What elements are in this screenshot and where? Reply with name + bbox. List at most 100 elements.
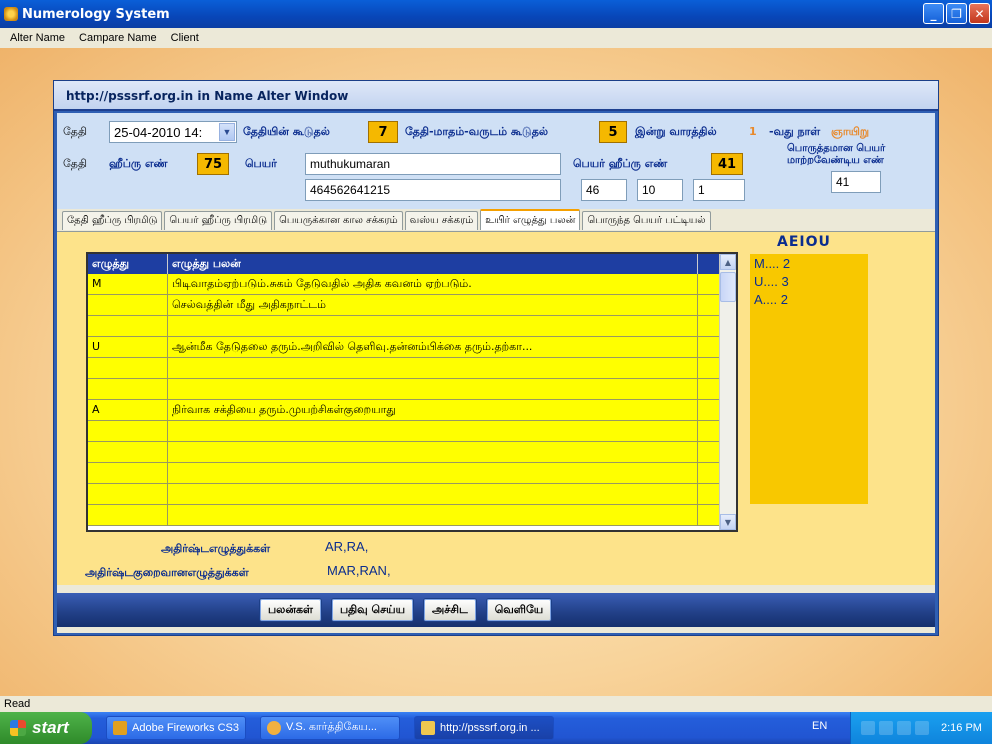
taskbar-item-label: Adobe Fireworks CS3 bbox=[132, 722, 239, 734]
save-button[interactable]: பதிவு செய்ய bbox=[330, 598, 415, 622]
grid-header: எழுத்து எழுத்து பலன் bbox=[88, 254, 736, 274]
tab-strip: தேதி ஹீப்ரு பிரமிடு பெயர் ஹீப்ரு பிரமிடு… bbox=[57, 209, 935, 231]
tray-network-icon[interactable] bbox=[861, 721, 875, 735]
result-cell bbox=[168, 358, 698, 378]
window-controls: _ ❐ ✕ bbox=[923, 3, 990, 24]
results-button[interactable]: பலன்கள் bbox=[259, 598, 322, 622]
tab-matching-names[interactable]: பொருந்த பெயர் பட்டியல் bbox=[582, 211, 711, 230]
lucky-letters-label: அதிர்ஷ்டஎழுத்துக்கள் bbox=[161, 542, 271, 555]
date-sum-label: தேதியின் கூடுதல் bbox=[243, 125, 330, 138]
print-button[interactable]: அச்சிட bbox=[423, 598, 477, 622]
letter-results-grid[interactable]: எழுத்து எழுத்து பலன் M பிடிவாதம்ஏற்படும்.… bbox=[86, 252, 738, 532]
status-bar: Read bbox=[0, 696, 992, 712]
letter-cell bbox=[88, 295, 168, 315]
tray-volume-icon[interactable] bbox=[897, 721, 911, 735]
tab-vasya-wheel[interactable]: வஸ்ய சக்கரம் bbox=[404, 211, 479, 230]
table-row[interactable] bbox=[88, 358, 736, 379]
vowel-count-item: M.... 2 bbox=[754, 256, 791, 271]
letter-cell: A bbox=[88, 400, 168, 420]
taskbar-item-numerology[interactable]: http://psssrf.org.in ... bbox=[414, 716, 554, 740]
day-name: ஞாயிறு bbox=[831, 125, 870, 138]
start-button[interactable]: start bbox=[0, 712, 92, 744]
letter-cell bbox=[88, 463, 168, 483]
chevron-down-icon[interactable]: ▼ bbox=[219, 123, 235, 141]
vowels-title: AEIOU bbox=[777, 234, 831, 250]
windows-logo-icon bbox=[10, 720, 26, 736]
table-row[interactable]: U ஆன்மீக தேடுதலை தரும்.அறிவில் தெளிவு.தன்… bbox=[88, 337, 736, 358]
vowel-count-list: M.... 2 U.... 3 A.... 2 bbox=[750, 254, 868, 504]
table-row[interactable]: A நிர்வாக சக்தியை தரும்.முயற்சிகள்குறையாத… bbox=[88, 400, 736, 421]
num-a-field[interactable]: 46 bbox=[581, 179, 627, 201]
num-c-field[interactable]: 1 bbox=[693, 179, 745, 201]
tab-vowel-results[interactable]: உயிர் எழுத்து பலன் bbox=[480, 209, 581, 230]
exit-button[interactable]: வெளியே bbox=[485, 598, 553, 622]
tab-date-hebrew-pyramid[interactable]: தேதி ஹீப்ரு பிரமிடு bbox=[62, 211, 163, 230]
numerology-app-icon bbox=[421, 721, 435, 735]
restore-icon[interactable]: ❐ bbox=[946, 3, 967, 24]
date-sum-value: 7 bbox=[368, 121, 398, 143]
document-icon bbox=[267, 721, 281, 735]
inner-window-body: தேதி 25-04-2010 14: ▼ தேதியின் கூடுதல் 7… bbox=[57, 113, 935, 633]
name-input[interactable]: muthukumaran bbox=[305, 153, 561, 175]
menu-compare-name[interactable]: Campare Name bbox=[79, 32, 157, 44]
num-b-field[interactable]: 10 bbox=[637, 179, 683, 201]
hebrew-number-label: ஹீப்ரு எண் bbox=[109, 157, 168, 170]
minimize-icon[interactable]: _ bbox=[923, 3, 944, 24]
vowel-results-panel: எழுத்து எழுத்து பலன் M பிடிவாதம்ஏற்படும்.… bbox=[57, 231, 935, 585]
app-logo-icon bbox=[4, 7, 18, 21]
table-row[interactable] bbox=[88, 484, 736, 505]
table-row[interactable] bbox=[88, 316, 736, 337]
table-row[interactable]: M பிடிவாதம்ஏற்படும்.சுகம் தேடுவதில் அதிக … bbox=[88, 274, 736, 295]
menu-alter-name[interactable]: Alter Name bbox=[10, 32, 65, 44]
grid-rows: M பிடிவாதம்ஏற்படும்.சுகம் தேடுவதில் அதிக … bbox=[88, 274, 736, 526]
weekday-number: 1 bbox=[749, 125, 757, 138]
letter-cell: M bbox=[88, 274, 168, 294]
menu-client[interactable]: Client bbox=[171, 32, 199, 44]
lucky-letters-value: AR,RA, bbox=[325, 539, 369, 554]
inner-window-title: http://psssrf.org.in in Name Alter Windo… bbox=[54, 81, 938, 111]
result-cell: ஆன்மீக தேடுதலை தரும்.அறிவில் தெளிவு.தன்ன… bbox=[168, 337, 698, 357]
table-row[interactable] bbox=[88, 442, 736, 463]
suitable-number-field[interactable]: 41 bbox=[831, 171, 881, 193]
letter-cell bbox=[88, 421, 168, 441]
less-lucky-letters-value: MAR,RAN, bbox=[327, 563, 391, 578]
vertical-scrollbar[interactable]: ▲ ▼ bbox=[719, 254, 736, 530]
date-picker[interactable]: 25-04-2010 14: ▼ bbox=[109, 121, 237, 143]
day-label: -வது நாள் bbox=[769, 125, 821, 138]
name-alter-window: http://psssrf.org.in in Name Alter Windo… bbox=[53, 80, 939, 636]
clock: 2:16 PM bbox=[941, 722, 982, 734]
table-row[interactable] bbox=[88, 505, 736, 526]
fireworks-icon bbox=[113, 721, 127, 735]
suitable-label-2: மாற்றவேண்டிய எண் bbox=[787, 155, 884, 166]
tab-name-hebrew-pyramid[interactable]: பெயர் ஹீப்ரு பிரமிடு bbox=[164, 211, 273, 230]
letter-cell bbox=[88, 484, 168, 504]
table-row[interactable] bbox=[88, 421, 736, 442]
language-indicator[interactable]: EN bbox=[812, 720, 827, 732]
taskbar-item-document[interactable]: V.S. கார்த்திகேய... bbox=[260, 716, 400, 740]
result-cell bbox=[168, 316, 698, 336]
table-row[interactable] bbox=[88, 379, 736, 400]
result-cell: நிர்வாக சக்தியை தரும்.முயற்சிகள்குறையாது bbox=[168, 400, 698, 420]
tab-name-time-wheel[interactable]: பெயருக்கான கால சக்கரம் bbox=[274, 211, 403, 230]
number-string-field[interactable]: 464562641215 bbox=[305, 179, 561, 201]
close-icon[interactable]: ✕ bbox=[969, 3, 990, 24]
table-row[interactable]: செல்வத்தின் மீது அதிகநாட்டம் bbox=[88, 295, 736, 316]
letter-cell bbox=[88, 316, 168, 336]
taskbar-item-fireworks[interactable]: Adobe Fireworks CS3 bbox=[106, 716, 246, 740]
column-header-result[interactable]: எழுத்து பலன் bbox=[168, 254, 698, 274]
scroll-down-icon[interactable]: ▼ bbox=[720, 514, 736, 530]
name-label: பெயர் bbox=[245, 157, 277, 170]
column-header-letter[interactable]: எழுத்து bbox=[88, 254, 168, 274]
result-cell bbox=[168, 505, 698, 525]
scroll-thumb[interactable] bbox=[720, 272, 736, 302]
hebrew-number-value: 75 bbox=[197, 153, 229, 175]
tray-app-icon[interactable] bbox=[879, 721, 893, 735]
suitable-label-1: பொருத்தமான பெயர் bbox=[787, 143, 886, 154]
date-hebrew-label: தேதி bbox=[63, 157, 87, 170]
date-value: 25-04-2010 14: bbox=[114, 124, 203, 140]
table-row[interactable] bbox=[88, 463, 736, 484]
letter-cell bbox=[88, 505, 168, 525]
tray-display-icon[interactable] bbox=[915, 721, 929, 735]
letter-cell bbox=[88, 442, 168, 462]
scroll-up-icon[interactable]: ▲ bbox=[720, 254, 736, 270]
